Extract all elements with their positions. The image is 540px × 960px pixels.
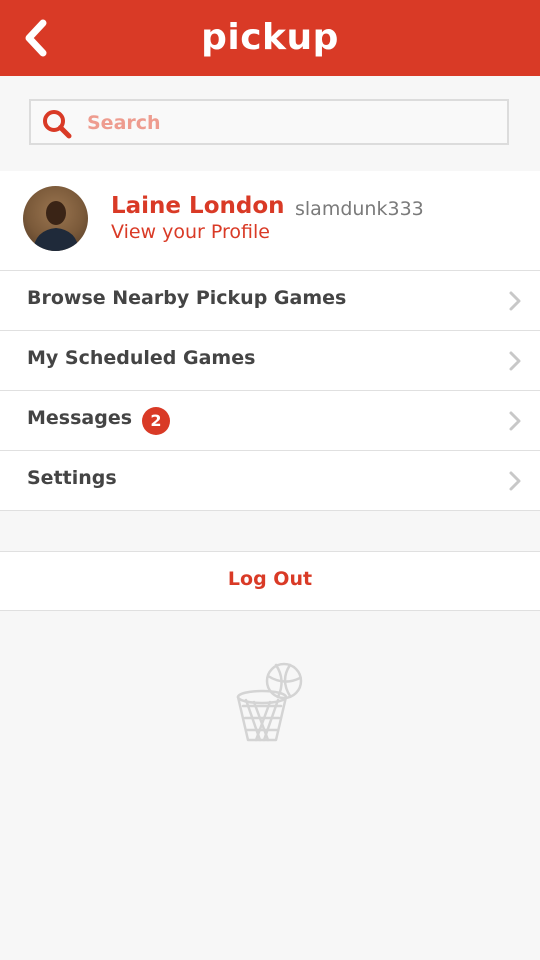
search-field[interactable]: [29, 99, 509, 145]
logout-button[interactable]: Log Out: [0, 551, 540, 611]
profile-username: slamdunk333: [295, 198, 424, 220]
basketball-hoop-icon: [236, 662, 303, 742]
avatar-person-icon: [33, 201, 79, 251]
chevron-right-icon: [509, 291, 521, 311]
profile-card[interactable]: Laine London slamdunk333 View your Profi…: [0, 171, 540, 271]
menu-item-label: Settings: [27, 467, 117, 489]
menu-item-label: Messages: [27, 407, 133, 429]
unread-messages-badge: 2: [142, 407, 170, 435]
logout-label: Log Out: [227, 568, 313, 590]
menu-item-my-scheduled-games[interactable]: My Scheduled Games: [0, 331, 540, 391]
chevron-right-icon: [509, 471, 521, 491]
profile-name: Laine London: [111, 193, 285, 219]
avatar: [23, 186, 88, 251]
search-icon: [43, 110, 72, 139]
view-profile-link[interactable]: View your Profile: [111, 221, 270, 243]
menu-item-label: Browse Nearby Pickup Games: [27, 287, 347, 309]
search-bar: [0, 76, 540, 172]
search-input[interactable]: [85, 101, 499, 145]
chevron-right-icon: [509, 351, 521, 371]
menu-item-messages[interactable]: Messages 2: [0, 391, 540, 451]
app-title: pickup: [201, 17, 339, 58]
main-menu: Browse Nearby Pickup Games My Scheduled …: [0, 271, 540, 511]
menu-item-label: My Scheduled Games: [27, 347, 256, 369]
app-header: pickup: [0, 0, 540, 76]
menu-item-settings[interactable]: Settings: [0, 451, 540, 511]
menu-item-browse-nearby-games[interactable]: Browse Nearby Pickup Games: [0, 271, 540, 331]
chevron-right-icon: [509, 411, 521, 431]
